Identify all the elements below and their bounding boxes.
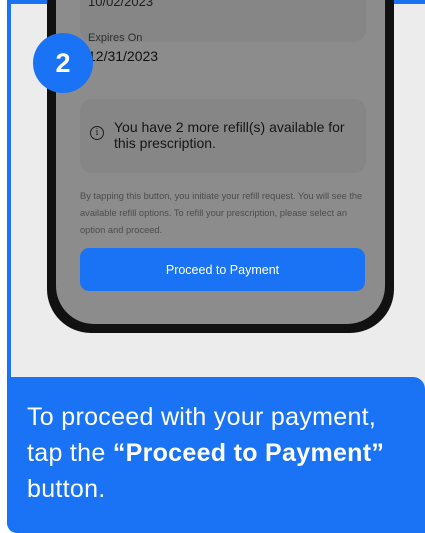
refill-info-box: i You have 2 more refill(s) available fo… xyxy=(80,99,366,173)
expires-label: Expires On xyxy=(88,32,143,44)
phone-screen: 10/02/2023 Expires On 12/31/2023 i You h… xyxy=(56,0,385,324)
proceed-to-payment-button[interactable]: Proceed to Payment xyxy=(80,248,365,291)
refill-message: You have 2 more refill(s) available for … xyxy=(114,119,345,151)
instruction-panel: To proceed with your payment, tap the “P… xyxy=(7,377,425,533)
instruction-highlight: “Proceed to Payment” xyxy=(112,439,385,467)
expires-value: 12/31/2023 xyxy=(88,48,159,64)
step-number-badge: 2 xyxy=(33,33,93,93)
refill-disclaimer: By tapping this button, you initiate you… xyxy=(80,191,363,235)
instruction-text: To proceed with your payment, tap the “P… xyxy=(27,399,417,507)
prescription-date: 10/02/2023 xyxy=(88,0,154,9)
card-accent-border-left xyxy=(7,0,11,380)
instruction-suffix: button. xyxy=(27,475,106,503)
info-icon: i xyxy=(90,126,104,140)
